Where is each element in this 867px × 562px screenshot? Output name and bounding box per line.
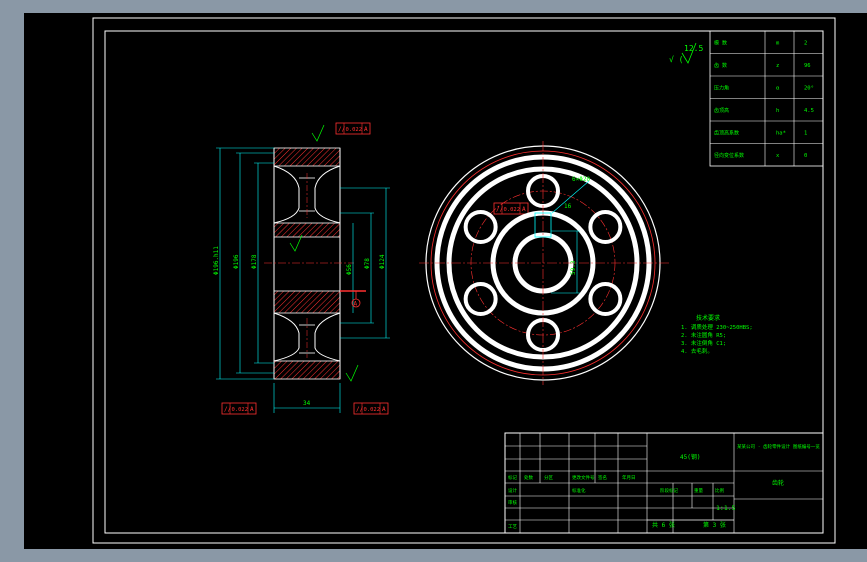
param-name: 径向变位系数: [714, 152, 744, 159]
tb-role-review: 审核: [508, 499, 517, 506]
dim-dia-3: Φ178: [251, 254, 258, 269]
tech-req-item: 2. 未注圆角 R5;: [681, 331, 726, 339]
svg-text://: //: [356, 406, 364, 413]
tb-label-mark: 标记: [508, 474, 517, 481]
title-block: 45(钢) 某某公司 · 齿轮零件设计 图纸编号一览 齿轮 1:1.5 共 6 …: [504, 432, 824, 534]
tolerance-frame: //0.022 A: [353, 402, 389, 415]
roughness-value: 12.5: [684, 44, 703, 53]
dim-bore: Φ56: [346, 264, 353, 275]
param-name: 齿 数: [714, 62, 727, 69]
dim-keyway-depth: 59.3: [570, 260, 577, 275]
tb-role-design: 设计: [508, 487, 517, 494]
dim-dia-2: Φ196: [233, 254, 240, 269]
param-value: 0: [804, 153, 807, 159]
gear-section-view: Φ196.h11 Φ196 Φ178 Φ56 Φ78 Φ124 34 A: [213, 124, 390, 413]
tb-label-count: 处数: [524, 474, 533, 481]
gear-parameter-table: 模 数 m 2 齿 数 z 96 压力角 α 20° 齿顶高 h 4.5 齿顶高系数 ha* 1 径向变位系数…: [709, 30, 824, 167]
tolerance-frames: //0.022 A//0.022 A//0.022 A//0.022 A: [221, 122, 529, 415]
svg-text:0.022: 0.022: [364, 407, 381, 413]
param-symbol: h: [776, 108, 779, 114]
dim-hub: Φ78: [364, 258, 371, 269]
sheet-inner-border: [104, 30, 824, 534]
tech-req-item: 3. 未注倒角 C1;: [681, 339, 726, 347]
tolerance-frame: //0.022 A: [221, 402, 257, 415]
cad-viewport[interactable]: 模 数 m 2 齿 数 z 96 压力角 α 20° 齿顶高 h 4.5 齿顶高系数 ha* 1 径向变位系数…: [24, 13, 867, 549]
tb-part-name: 齿轮: [772, 479, 784, 487]
svg-text:A: A: [522, 206, 526, 213]
param-name: 压力角: [714, 84, 729, 91]
tb-role-process: 工艺: [508, 524, 517, 530]
roughness-prefix: √ (: [669, 55, 683, 64]
tb-label-change: 更改文件号: [572, 474, 595, 481]
tb-weight: 重量: [694, 487, 703, 494]
param-symbol: z: [776, 63, 779, 69]
param-value: 2: [804, 40, 807, 46]
gear-front-view: 16 59.3 6×Φ20: [419, 141, 669, 385]
param-symbol: x: [776, 153, 780, 159]
param-value: 20°: [804, 85, 814, 91]
dim-width: 34: [303, 400, 311, 407]
tb-label-date: 年月日: [622, 474, 636, 481]
svg-text:A: A: [250, 406, 254, 413]
tolerance-frame: //0.022 A: [493, 202, 529, 215]
drawing-canvas[interactable]: 模 数 m 2 齿 数 z 96 压力角 α 20° 齿顶高 h 4.5 齿顶高系数 ha* 1 径向变位系数…: [24, 13, 867, 549]
tb-scale-label: 比例: [715, 487, 724, 494]
tb-project: 某某公司 · 齿轮零件设计 图纸编号一览: [737, 443, 820, 450]
svg-text:0.022: 0.022: [504, 207, 521, 213]
param-value: 96: [804, 63, 811, 69]
svg-text:0.022: 0.022: [346, 127, 363, 133]
tb-std: 标准化: [572, 487, 586, 494]
tech-req-item: 1. 调质处理 230~250HBS;: [681, 323, 753, 331]
dim-124: Φ124: [379, 254, 386, 269]
tb-material: 45(钢): [680, 453, 700, 461]
tb-sheet-total: 共 6 张: [652, 521, 675, 529]
param-name: 模 数: [714, 39, 727, 46]
param-symbol: ha*: [776, 130, 786, 136]
tb-label-sign: 签名: [598, 474, 607, 481]
svg-text://: //: [224, 406, 232, 413]
svg-text:A: A: [382, 406, 386, 413]
param-symbol: α: [776, 85, 780, 91]
tolerance-frame: //0.022 A: [335, 122, 371, 135]
dim-keyway-width: 16: [564, 203, 572, 210]
dim-hole-note: 6×Φ20: [572, 176, 590, 183]
tb-sheet-no: 第 3 张: [703, 521, 726, 529]
param-name: 齿顶高: [714, 107, 729, 114]
roughness-symbol: 12.5 √ (: [669, 42, 703, 64]
param-value: 4.5: [804, 108, 814, 114]
lightening-hole: [588, 282, 623, 316]
sheet-outer-border: [92, 17, 836, 544]
svg-text:0.022: 0.022: [232, 407, 249, 413]
tb-stage: 阶段标记: [660, 487, 678, 494]
dim-outer-dia: Φ196.h11: [213, 246, 220, 275]
svg-text://: //: [338, 126, 346, 133]
param-value: 1: [804, 130, 807, 136]
svg-text://: //: [496, 206, 504, 213]
tb-label-zone: 分区: [544, 474, 553, 481]
tech-req-title: 技术要求: [696, 314, 720, 322]
tech-requirements: 技术要求 1. 调质处理 230~250HBS;2. 未注圆角 R5;3. 未注…: [681, 314, 753, 355]
tech-req-item: 4. 去毛刺。: [681, 347, 713, 355]
param-name: 齿顶高系数: [714, 129, 739, 136]
tb-scale: 1:1.5: [716, 504, 736, 512]
param-symbol: m: [776, 40, 780, 46]
datum-label: A: [354, 301, 358, 308]
svg-text:A: A: [364, 126, 368, 133]
